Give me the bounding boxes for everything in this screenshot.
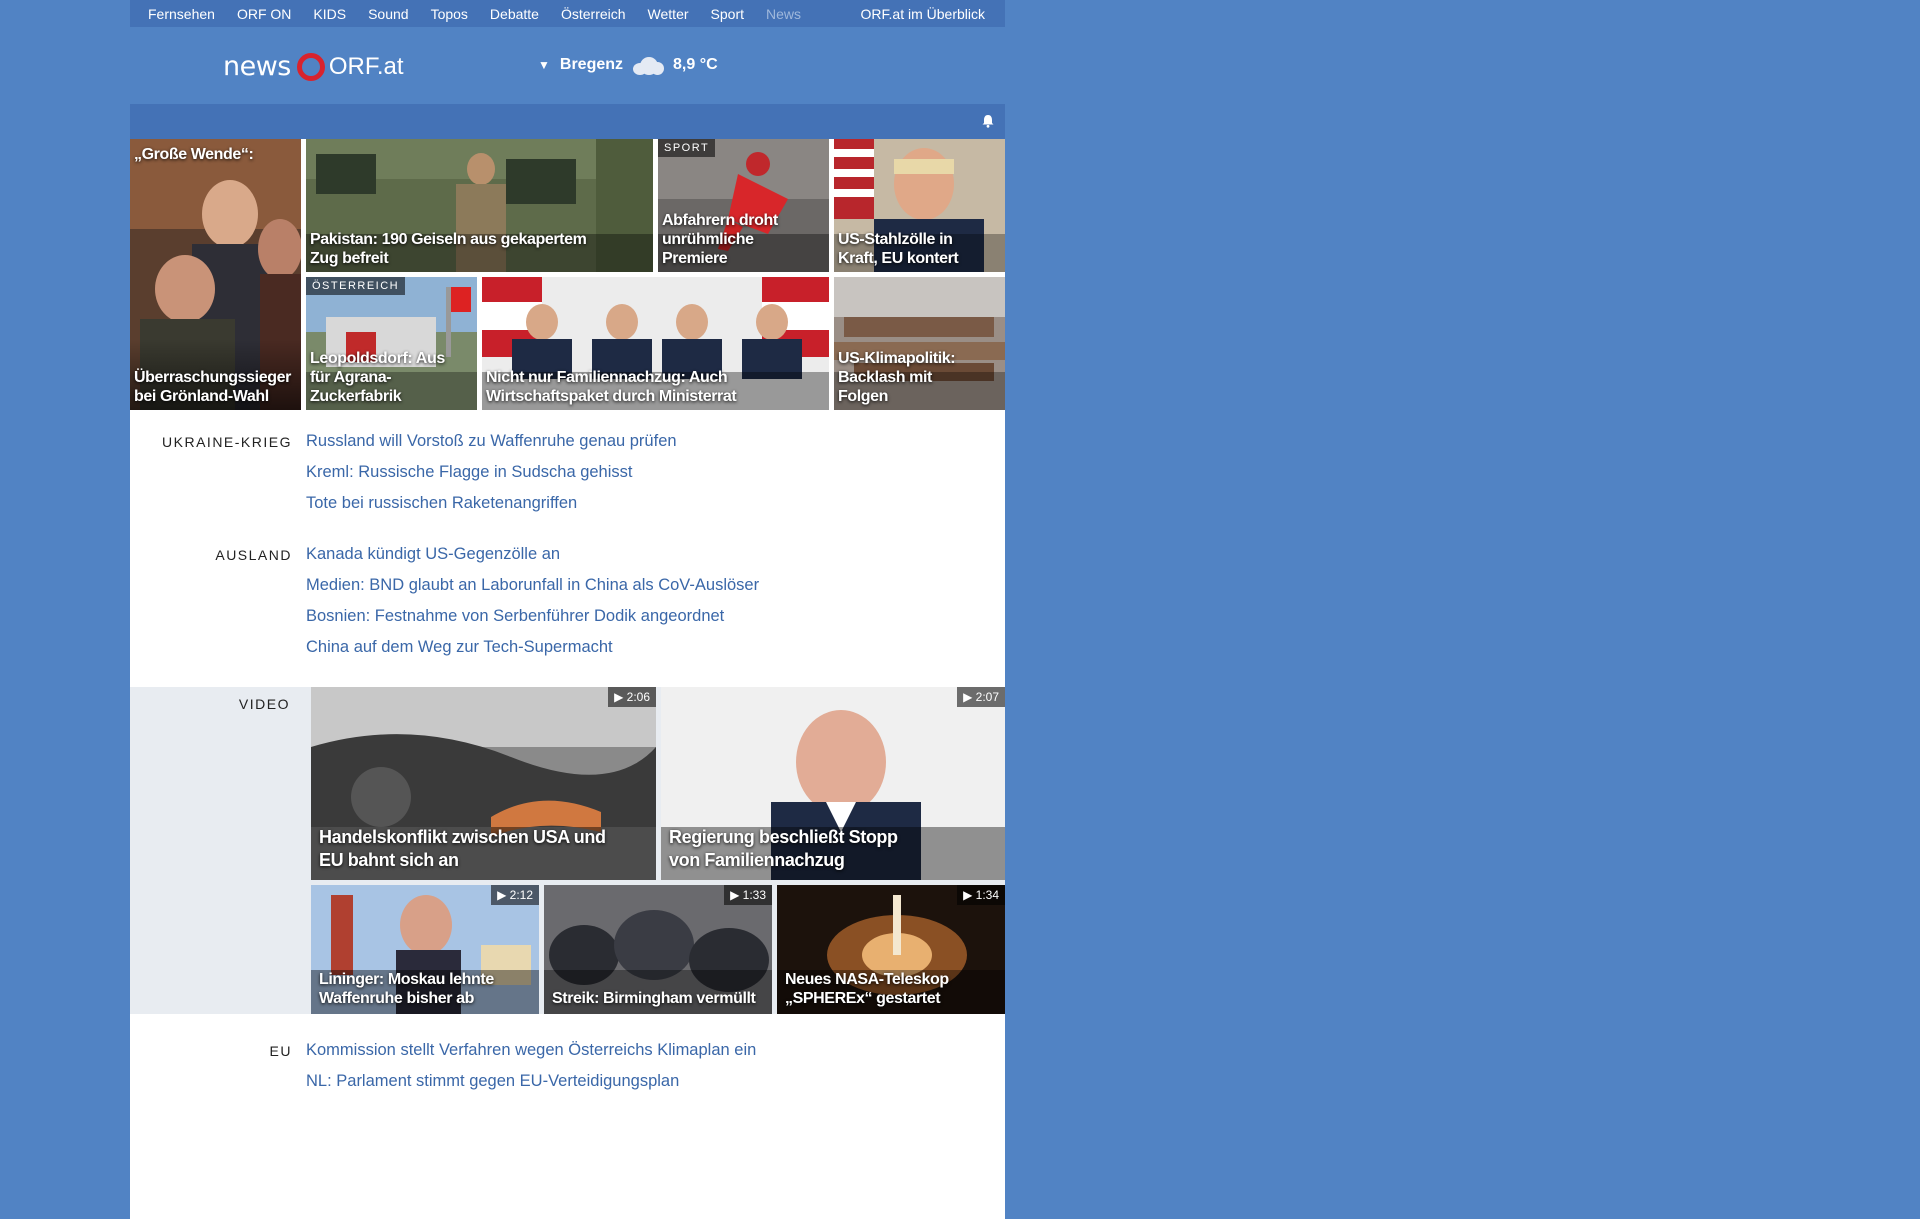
story-caption: Leopoldsdorf: Aus für Agrana-Zuckerfabri…: [310, 350, 445, 405]
headline-link[interactable]: Tote bei russischen Raketenangriffen: [306, 488, 677, 519]
headline-link[interactable]: Kommission stellt Verfahren wegen Österr…: [306, 1035, 756, 1066]
duration-text: 1:34: [975, 888, 999, 902]
section-label-wrap: AUSLAND: [130, 539, 292, 563]
section-label: UKRAINE-KRIEG: [162, 434, 292, 450]
video-caption: Lininger: Moskau lehnte Waffenruhe bishe…: [319, 971, 494, 1007]
logo-news-text: news: [223, 51, 291, 82]
section-label-wrap: VIDEO: [130, 696, 290, 714]
section-label-wrap: EU: [130, 1035, 292, 1059]
headline-link[interactable]: China auf dem Weg zur Tech-Supermacht: [306, 632, 759, 663]
nav-overview-link[interactable]: ORF.at im Überblick: [861, 6, 985, 22]
story-tile-pakistan[interactable]: Pakistan: 190 Geiseln aus gekapertem Zug…: [306, 139, 653, 272]
video-duration: ▶ 2:06: [608, 687, 656, 707]
section-label: AUSLAND: [215, 547, 292, 563]
nav-item-topos[interactable]: Topos: [431, 6, 468, 22]
video-duration: ▶ 2:12: [491, 885, 539, 905]
duration-text: 2:06: [626, 690, 650, 704]
bell-icon[interactable]: [981, 114, 995, 128]
nav-item-oesterreich[interactable]: Österreich: [561, 6, 626, 22]
link-list: Kommission stellt Verfahren wegen Österr…: [306, 1035, 756, 1097]
page-wrapper: Fernsehen ORF ON KIDS Sound Topos Debatt…: [130, 0, 1005, 1219]
video-duration: ▶ 1:34: [957, 885, 1005, 905]
video-tile-handelskonflikt[interactable]: ▶ 2:06 Handelskonflikt zwischen USA und …: [311, 687, 656, 880]
nav-item-debatte[interactable]: Debatte: [490, 6, 539, 22]
weather-temperature: 8,9 °C: [673, 56, 718, 73]
video-duration: ▶ 2:07: [957, 687, 1005, 707]
story-caption: US-Stahlzölle in Kraft, EU kontert: [838, 231, 959, 267]
logo-orf-text: ORF.at: [328, 52, 404, 80]
section-label: EU: [269, 1043, 292, 1059]
story-tile-groenland[interactable]: „Große Wende“: Überraschungssieger bei G…: [130, 139, 301, 410]
story-tile-klimapolitik[interactable]: US-Klimapolitik: Backlash mit Folgen: [834, 277, 1005, 410]
nav-item-kids[interactable]: KIDS: [313, 6, 346, 22]
story-caption: US-Klimapolitik: Backlash mit Folgen: [838, 350, 956, 405]
video-tile-spherex[interactable]: ▶ 1:34 Neues NASA-Teleskop „SPHEREx“ ges…: [777, 885, 1005, 1014]
video-tile-lininger[interactable]: ▶ 2:12 Lininger: Moskau lehnte Waffenruh…: [311, 885, 539, 1014]
weather-widget[interactable]: ▼ Bregenz 8,9 °C: [538, 55, 718, 75]
duration-text: 2:07: [975, 690, 999, 704]
section-bar: [130, 104, 1005, 139]
story-caption: Abfahrern droht unrühmliche Premiere: [662, 212, 778, 267]
nav-item-sport[interactable]: Sport: [711, 6, 744, 22]
video-tile-birmingham[interactable]: ▶ 1:33 Streik: Birmingham vermüllt: [544, 885, 772, 1014]
video-caption: Neues NASA-Teleskop „SPHEREx“ gestartet: [785, 971, 949, 1007]
headline-link[interactable]: NL: Parlament stimmt gegen EU-Verteidigu…: [306, 1066, 756, 1097]
story-tile-abfahrt[interactable]: SPORT Abfahrern droht unrühmliche Premie…: [658, 139, 829, 272]
video-caption: Regierung beschließt Stopp von Familienn…: [669, 827, 898, 870]
news-orf-logo[interactable]: news ORF.at: [223, 51, 404, 82]
story-caption: Nicht nur Familiennachzug: Auch Wirtscha…: [486, 369, 737, 405]
caret-down-icon: ▼: [538, 58, 550, 72]
duration-text: 1:33: [742, 888, 766, 902]
story-tile-ministerrat[interactable]: Nicht nur Familiennachzug: Auch Wirtscha…: [482, 277, 829, 410]
category-tag: SPORT: [658, 139, 716, 157]
nav-item-sound[interactable]: Sound: [368, 6, 408, 22]
nav-item-news[interactable]: News: [766, 6, 801, 22]
headline-link[interactable]: Russland will Vorstoß zu Waffenruhe gena…: [306, 426, 677, 457]
link-list: Russland will Vorstoß zu Waffenruhe gena…: [306, 426, 677, 519]
top-navigation: Fernsehen ORF ON KIDS Sound Topos Debatt…: [130, 0, 1005, 27]
site-header: news ORF.at ▼ Bregenz 8,9 °C: [130, 27, 1005, 104]
headline-link[interactable]: Bosnien: Festnahme von Serbenführer Dodi…: [306, 601, 759, 632]
category-tag: ÖSTERREICH: [306, 277, 406, 295]
story-caption: Überraschungssieger bei Grönland-Wahl: [134, 369, 291, 405]
headline-link[interactable]: Medien: BND glaubt an Laborunfall in Chi…: [306, 570, 759, 601]
nav-item-orf-on[interactable]: ORF ON: [237, 6, 291, 22]
headline-link[interactable]: Kanada kündigt US-Gegenzölle an: [306, 539, 759, 570]
video-caption: Streik: Birmingham vermüllt: [552, 990, 756, 1007]
story-caption-top: „Große Wende“:: [134, 146, 254, 163]
weather-city: Bregenz: [559, 56, 624, 73]
video-duration: ▶ 1:33: [724, 885, 772, 905]
story-caption: Pakistan: 190 Geiseln aus gekapertem Zug…: [310, 231, 587, 267]
link-list: Kanada kündigt US-Gegenzölle an Medien: …: [306, 539, 759, 663]
headline-link[interactable]: Kreml: Russische Flagge in Sudscha gehis…: [306, 457, 677, 488]
section-label-wrap: UKRAINE-KRIEG: [130, 426, 292, 450]
story-tile-leopoldsdorf[interactable]: ÖSTERREICH Leopoldsdorf: Aus für Agrana-…: [306, 277, 477, 410]
nav-item-fernsehen[interactable]: Fernsehen: [148, 6, 215, 22]
video-tile-familiennachzug[interactable]: ▶ 2:07 Regierung beschließt Stopp von Fa…: [661, 687, 1005, 880]
video-section: VIDEO ▶ 2:06 Handelskonflikt zwischen US…: [130, 687, 1005, 1014]
duration-text: 2:12: [509, 888, 533, 902]
orf-ring-icon: [296, 52, 325, 81]
main-content: „Große Wende“: Überraschungssieger bei G…: [130, 139, 1005, 1219]
story-tile-stahlzoelle[interactable]: US-Stahlzölle in Kraft, EU kontert: [834, 139, 1005, 272]
nav-item-wetter[interactable]: Wetter: [648, 6, 689, 22]
video-caption: Handelskonflikt zwischen USA und EU bahn…: [319, 827, 606, 870]
section-label: VIDEO: [238, 696, 290, 712]
cloud-icon: [631, 55, 665, 75]
